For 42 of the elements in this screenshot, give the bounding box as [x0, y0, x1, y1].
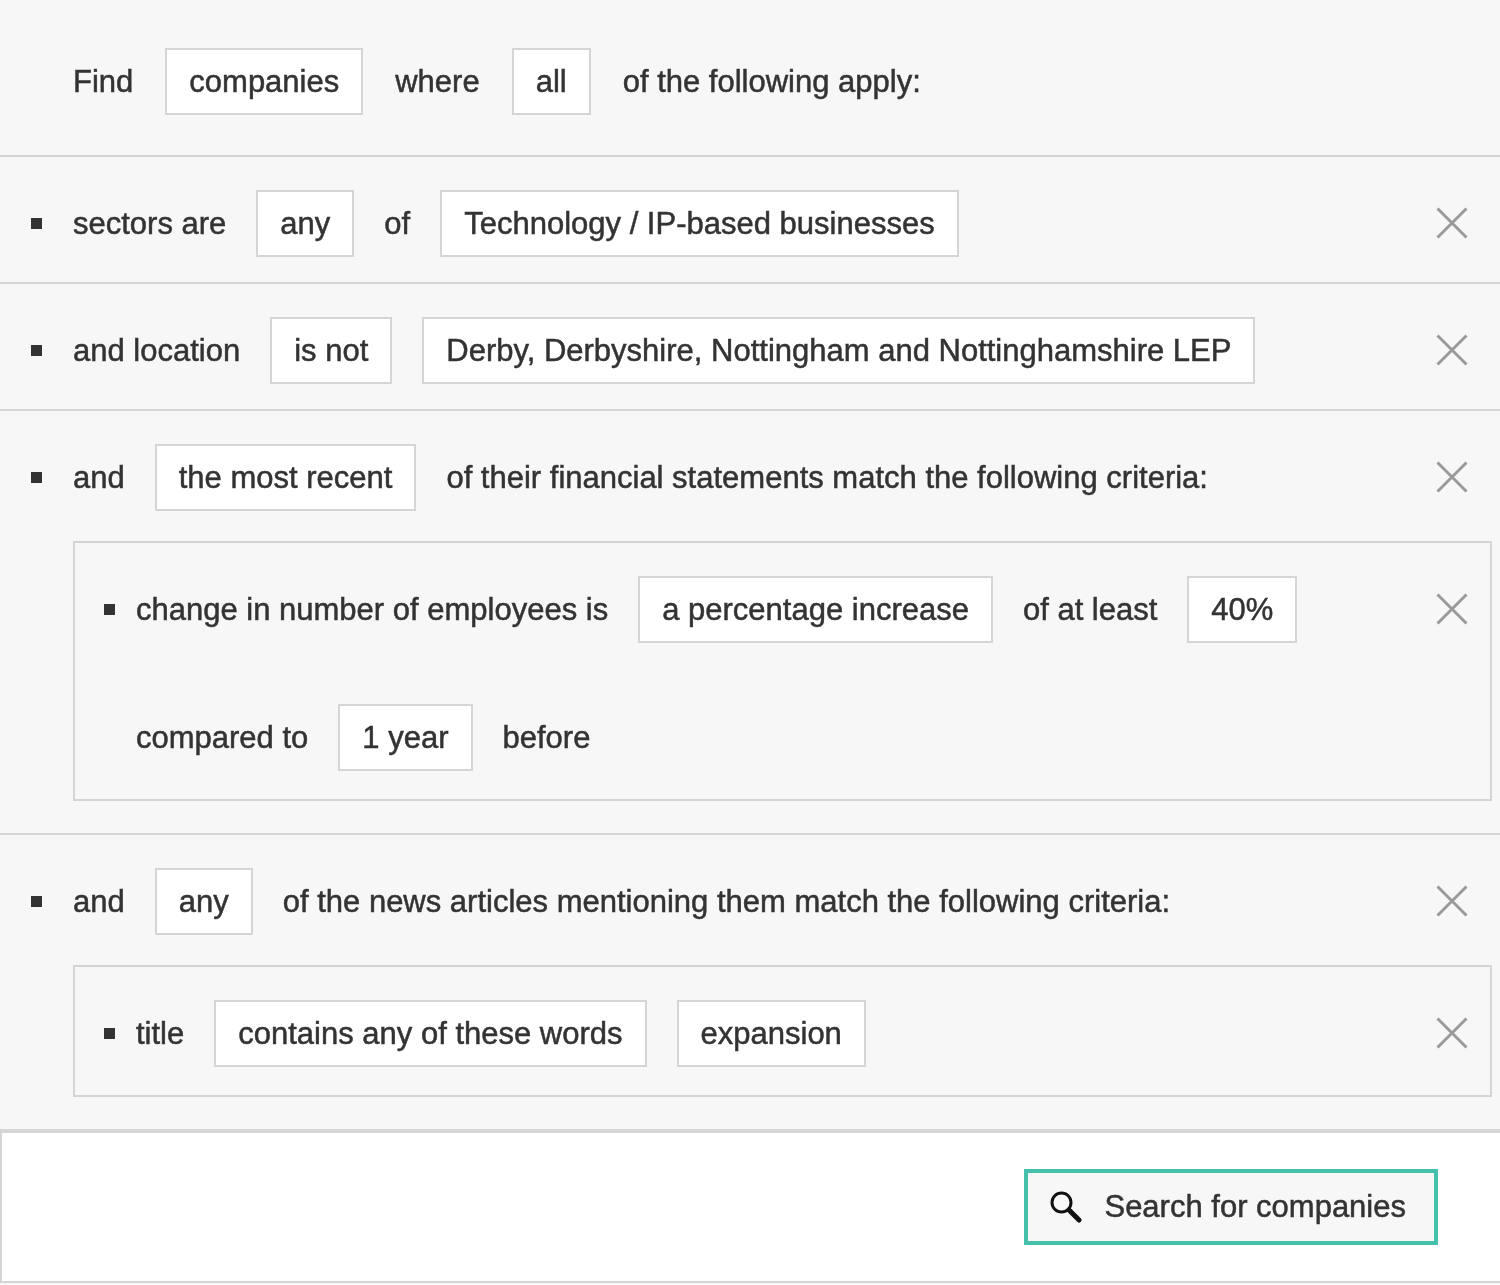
dropdown-select[interactable]: the most recent: [154, 444, 417, 511]
condition-text: title: [136, 1015, 185, 1053]
dropdown-select[interactable]: 1 year: [338, 704, 473, 771]
close-icon[interactable]: [1436, 1017, 1468, 1049]
close-icon[interactable]: [1436, 461, 1468, 493]
close-icon[interactable]: [1436, 334, 1468, 366]
condition-text: of the news articles mentioning them match the following criteria:: [282, 883, 1171, 921]
dropdown-select[interactable]: a percentage increase: [638, 576, 993, 643]
dropdown-select[interactable]: any: [154, 868, 253, 935]
value-field[interactable]: expansion: [676, 1000, 866, 1067]
condition-text: change in number of employees is: [136, 591, 609, 629]
condition-text: and location: [73, 332, 241, 370]
close-icon[interactable]: [1436, 207, 1468, 239]
condition-text: before: [502, 719, 591, 757]
bullet-icon: [104, 604, 115, 615]
dropdown-select[interactable]: Derby, Derbyshire, Nottingham and Nottinghamshire LEP: [422, 317, 1256, 384]
condition-text: of the following apply:: [622, 63, 921, 101]
close-icon[interactable]: [1436, 593, 1468, 625]
dropdown-select[interactable]: contains any of these words: [214, 1000, 647, 1067]
value-field[interactable]: 40%: [1187, 576, 1298, 643]
condition-text: and: [73, 883, 125, 921]
condition-text: of at least: [1022, 591, 1158, 629]
condition-text: of their financial statements match the following criteria:: [446, 459, 1208, 497]
dropdown-select[interactable]: Technology / IP-based businesses: [440, 190, 959, 257]
bullet-icon: [104, 1028, 115, 1039]
condition-text: and: [73, 459, 125, 497]
dropdown-select[interactable]: is not: [270, 317, 393, 384]
condition-text: where: [395, 63, 480, 101]
bullet-icon: [31, 218, 42, 229]
condition-text: Find: [73, 63, 134, 101]
dropdown-select[interactable]: any: [256, 190, 355, 257]
condition-text: compared to: [136, 719, 309, 757]
dropdown-select[interactable]: companies: [165, 48, 364, 115]
bullet-icon: [31, 472, 42, 483]
close-icon[interactable]: [1436, 885, 1468, 917]
search-button[interactable]: Search for companies: [1024, 1169, 1438, 1245]
condition-text: of: [384, 205, 411, 243]
search-icon: [1050, 1191, 1083, 1223]
bullet-icon: [31, 345, 42, 356]
bullet-icon: [31, 896, 42, 907]
dropdown-select[interactable]: all: [511, 48, 591, 115]
condition-text: sectors are: [73, 205, 227, 243]
